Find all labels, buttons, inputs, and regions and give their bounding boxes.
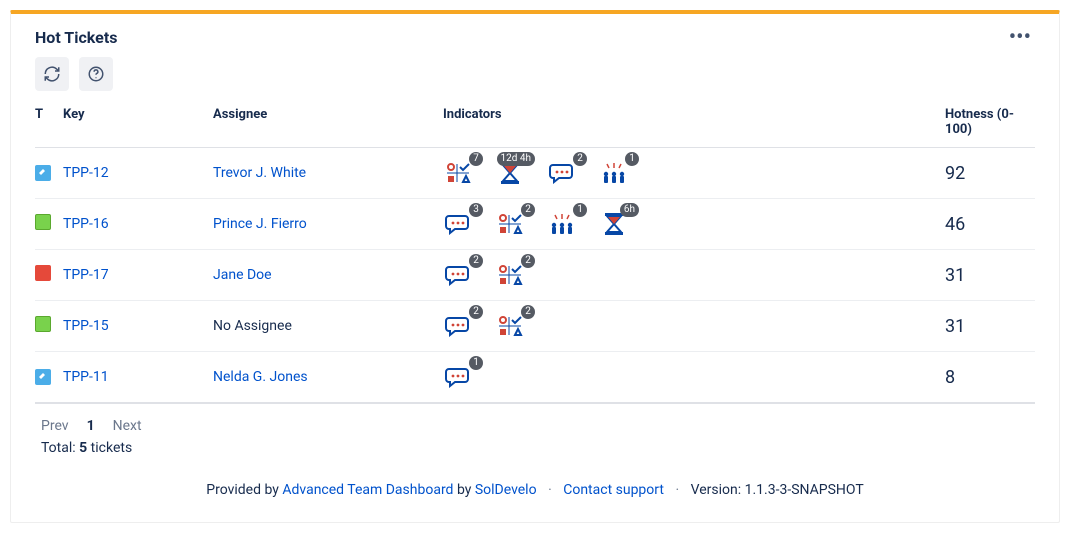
refresh-icon (43, 65, 61, 83)
icons-indicator[interactable]: 2 (495, 262, 525, 288)
separator: · (548, 482, 552, 498)
footer-by: by (457, 482, 471, 498)
table-row: TPP-16Prince J. Fierro3216h46 (35, 199, 1035, 250)
indicator-badge: 2 (469, 305, 483, 319)
total-label: Total: (41, 440, 76, 456)
indicator-badge: 1 (469, 356, 483, 370)
footer-version: 1.1.3-3-SNAPSHOT (745, 482, 864, 498)
indicators: 22 (443, 313, 937, 339)
footer-version-label: Version: (691, 482, 742, 498)
hotness-value: 46 (945, 214, 965, 235)
hotness-value: 31 (945, 316, 965, 337)
issue-type-icon (35, 316, 51, 332)
tickets-table: T Key Assignee Indicators Hotness (0-100… (35, 101, 1035, 404)
indicator-badge: 2 (573, 152, 587, 166)
comments-indicator[interactable]: 3 (443, 211, 473, 237)
pager: Prev 1 Next (41, 418, 1035, 434)
assignee-link[interactable]: Jane Doe (213, 267, 272, 283)
refresh-button[interactable] (35, 57, 69, 91)
issue-key-link[interactable]: TPP-17 (63, 267, 109, 283)
col-assignee: Assignee (213, 101, 443, 148)
icons-indicator[interactable]: 2 (495, 211, 525, 237)
indicators: 7 12d 4h 21 (443, 160, 937, 186)
pager-prev[interactable]: Prev (41, 418, 69, 434)
indicator-badge: 2 (469, 254, 483, 268)
assignee-none: No Assignee (213, 318, 292, 334)
table-row: TPP-17Jane Doe2231 (35, 250, 1035, 301)
table-row: TPP-15No Assignee2231 (35, 301, 1035, 352)
indicators: 321 6h (443, 211, 937, 237)
issue-type-icon (35, 265, 51, 281)
col-type: T (35, 101, 63, 148)
card-header: Hot Tickets ••• (35, 14, 1035, 57)
participants-indicator[interactable]: 1 (599, 160, 629, 186)
issue-type-icon (35, 165, 51, 181)
footer-product-link[interactable]: Advanced Team Dashboard (282, 482, 453, 498)
indicator-badge: 12d 4h (497, 152, 536, 166)
comments-indicator[interactable]: 2 (443, 262, 473, 288)
table-row: TPP-12Trevor J. White712d 4h2192 (35, 148, 1035, 199)
comments-indicator[interactable]: 2 (547, 160, 577, 186)
issue-type-icon (35, 214, 51, 230)
totals: Total: 5 tickets (41, 440, 1035, 456)
hotness-value: 8 (945, 367, 955, 388)
hourglass-indicator[interactable]: 12d 4h (495, 160, 525, 186)
total-tickets: tickets (91, 440, 133, 456)
col-hotness: Hotness (0-100) (945, 101, 1035, 148)
assignee-link[interactable]: Nelda G. Jones (213, 369, 308, 385)
pager-current: 1 (87, 418, 95, 434)
col-indicators: Indicators (443, 101, 945, 148)
footer-provided: Provided by (206, 482, 279, 498)
col-key: Key (63, 101, 213, 148)
assignee-link[interactable]: Prince J. Fierro (213, 216, 307, 232)
participants-indicator[interactable]: 1 (547, 211, 577, 237)
indicator-badge: 2 (521, 203, 535, 217)
table-row: TPP-11 Nelda G. Jones 1 8 (35, 352, 1035, 404)
indicator-badge: 7 (469, 152, 483, 166)
help-icon (87, 65, 105, 83)
issue-type-icon (35, 369, 51, 385)
indicator-badge: 3 (469, 203, 483, 217)
indicator-badge: 6h (620, 203, 639, 217)
indicator-badge: 1 (573, 203, 587, 217)
issue-key-link[interactable]: TPP-15 (63, 318, 109, 334)
icons-indicator[interactable]: 2 (495, 313, 525, 339)
issue-key-link[interactable]: TPP-12 (63, 165, 109, 181)
footer: Provided by Advanced Team Dashboard by S… (35, 482, 1035, 498)
hotness-value: 31 (945, 265, 965, 286)
hot-tickets-card: Hot Tickets ••• T Key Assignee Indicator… (10, 10, 1060, 523)
footer-vendor-link[interactable]: SolDevelo (475, 482, 537, 498)
card-title: Hot Tickets (35, 28, 117, 47)
indicator-badge: 1 (625, 152, 639, 166)
issue-key-link[interactable]: TPP-16 (63, 216, 109, 232)
more-menu-button[interactable]: ••• (1005, 30, 1035, 46)
assignee-link[interactable]: Trevor J. White (213, 165, 306, 181)
indicator-badge: 2 (521, 254, 535, 268)
toolbar (35, 57, 1035, 91)
hourglass-indicator[interactable]: 6h (599, 211, 629, 237)
indicator-badge: 2 (521, 305, 535, 319)
total-count: 5 (79, 440, 87, 456)
comments-indicator[interactable]: 2 (443, 313, 473, 339)
icons-indicator[interactable]: 7 (443, 160, 473, 186)
pager-next[interactable]: Next (113, 418, 142, 434)
comments-indicator[interactable]: 1 (443, 364, 473, 390)
separator: · (675, 482, 679, 498)
indicators: 22 (443, 262, 937, 288)
issue-key-link[interactable]: TPP-11 (63, 369, 109, 385)
hotness-value: 92 (945, 163, 965, 184)
help-button[interactable] (79, 57, 113, 91)
footer-contact-link[interactable]: Contact support (563, 482, 664, 498)
indicators: 1 (443, 364, 937, 390)
